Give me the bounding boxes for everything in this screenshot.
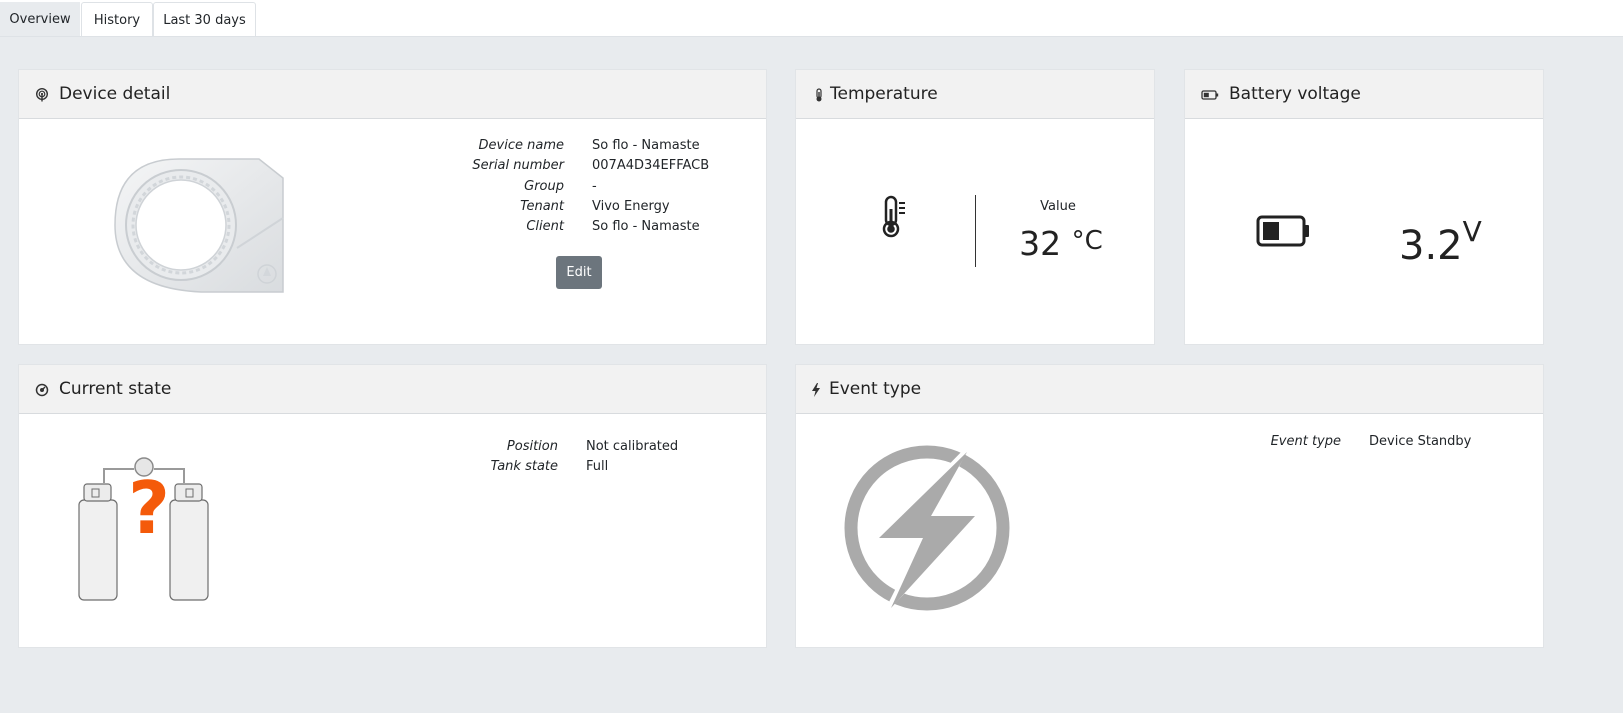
position-value: Not calibrated [586, 439, 679, 454]
event-type-title: Event type [829, 379, 922, 399]
temperature-divider [975, 195, 976, 267]
tank-state-label: Tank state [490, 459, 558, 474]
event-type-value: Device Standby [1369, 434, 1472, 449]
device-name-value: So flo - Namaste [592, 138, 700, 153]
temperature-number: 32 [1019, 224, 1062, 263]
event-type-label: Event type [1270, 434, 1341, 449]
bolt-small-icon [812, 383, 820, 397]
gauge-icon [35, 383, 49, 397]
tab-overview[interactable]: Overview [0, 2, 80, 37]
tenant-value: Vivo Energy [592, 199, 670, 214]
temperature-value-label: Value [1040, 199, 1076, 214]
thermometer-small-icon [816, 88, 822, 102]
current-state-card: Current state ? Position Not calibrated … [18, 364, 767, 648]
device-name-row: Device name So flo - Namaste [399, 135, 719, 156]
temperature-header: Temperature [796, 70, 1154, 119]
client-value: So flo - Namaste [592, 219, 700, 234]
battery-title: Battery voltage [1229, 84, 1361, 104]
battery-card: Battery voltage 3.2V [1184, 69, 1544, 345]
battery-number: 3.2 [1399, 223, 1463, 269]
tank-state-row: Tank state Full [399, 456, 719, 477]
device-image [114, 158, 284, 293]
tank-state-value: Full [586, 459, 609, 474]
temperature-unit: °C [1071, 226, 1103, 256]
device-detail-card: Device detail Device name So flo - Namas… [18, 69, 767, 345]
battery-value: 3.2V [1399, 206, 1482, 272]
tenant-row: Tenant Vivo Energy [399, 196, 719, 217]
current-state-header: Current state [19, 365, 766, 414]
thermometer-icon [882, 195, 905, 238]
tenant-label: Tenant [520, 199, 564, 214]
serial-number-row: Serial number 007A4D34EFFACB [399, 155, 719, 176]
current-state-title: Current state [59, 379, 172, 399]
question-mark-icon: ? [128, 466, 170, 550]
event-type-card: Event type Event type Device Standby [795, 364, 1544, 648]
client-label: Client [526, 219, 564, 234]
temperature-title: Temperature [830, 84, 938, 104]
temperature-card: Temperature Value 32 °C [795, 69, 1155, 345]
edit-button[interactable]: Edit [556, 256, 602, 289]
battery-unit: V [1462, 215, 1482, 248]
battery-header: Battery voltage [1185, 70, 1543, 119]
position-label: Position [506, 439, 558, 454]
group-value: - [592, 179, 597, 194]
lightning-icon [844, 442, 1010, 618]
group-label: Group [524, 179, 564, 194]
serial-number-label: Serial number [472, 158, 564, 173]
device-detail-header: Device detail [19, 70, 766, 119]
event-type-row: Event type Device Standby [1176, 431, 1536, 452]
client-row: Client So flo - Namaste [399, 216, 719, 237]
tab-last-30-days[interactable]: Last 30 days [153, 2, 256, 37]
position-row: Position Not calibrated [399, 436, 719, 457]
group-row: Group - [399, 176, 719, 197]
serial-number-value: 007A4D34EFFACB [592, 158, 710, 173]
tab-history[interactable]: History [81, 2, 153, 37]
battery-icon [1256, 215, 1309, 247]
device-name-label: Device name [478, 138, 564, 153]
temperature-value: 32 °C [996, 219, 1126, 266]
antenna-icon [36, 88, 48, 102]
tab-bar: Overview History Last 30 days [0, 0, 1623, 37]
device-detail-title: Device detail [59, 84, 171, 104]
battery-small-icon [1201, 90, 1219, 100]
battery-level-fill [1263, 222, 1279, 240]
event-type-header: Event type [796, 365, 1543, 414]
